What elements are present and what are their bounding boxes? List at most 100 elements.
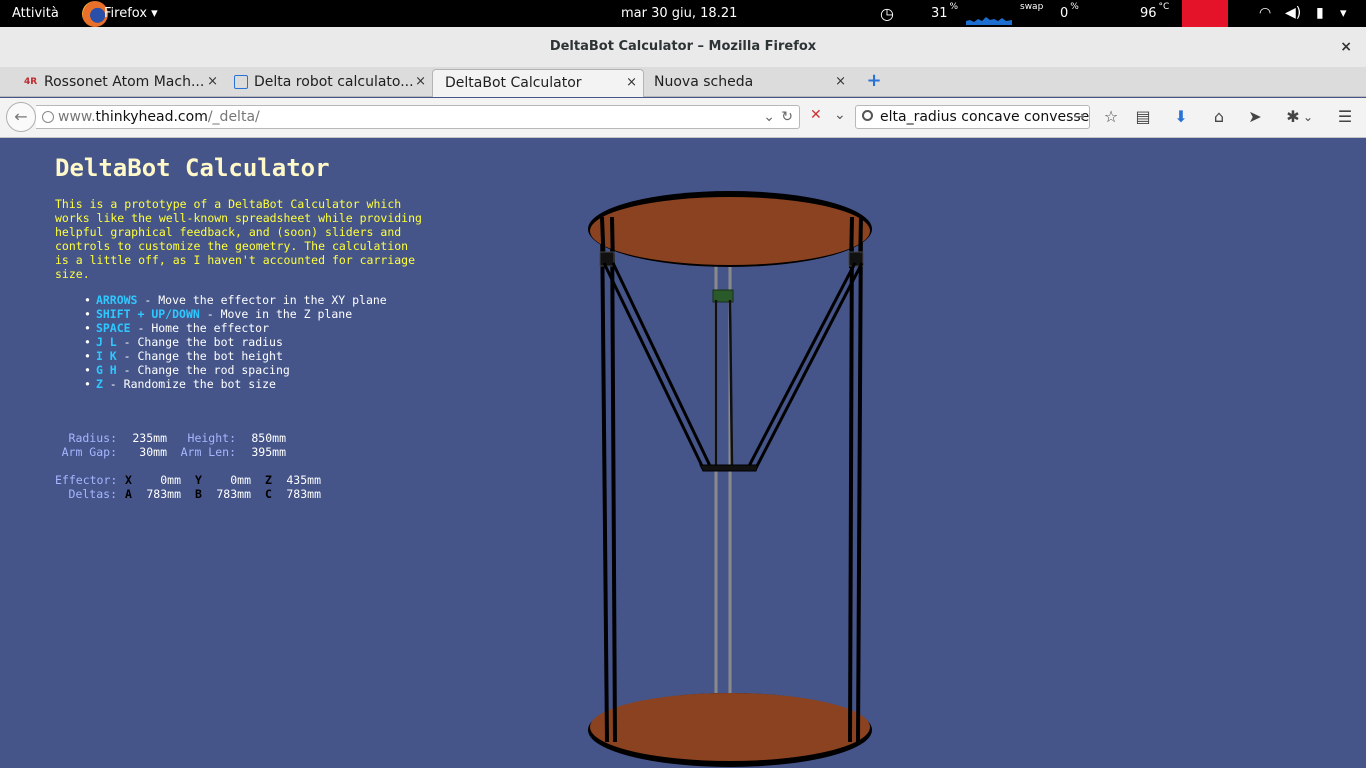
page-favicon-icon <box>234 75 248 89</box>
deltabot-3d-view[interactable] <box>580 138 880 768</box>
temp-unit: °C <box>1158 2 1170 12</box>
temp-value: 96 <box>1140 6 1157 21</box>
swap-unit: % <box>1070 2 1079 12</box>
system-top-bar: Attività Firefox ▾ mar 30 giu, 18.21 ◷ 3… <box>0 0 1366 27</box>
star-icon[interactable]: ☆ <box>1100 106 1122 128</box>
tab-deltabot-calculator[interactable]: DeltaBot Calculator × <box>432 69 644 97</box>
window-titlebar: DeltaBot Calculator – Mozilla Firefox × <box>0 27 1366 67</box>
clock[interactable]: mar 30 giu, 18.21 <box>621 0 737 27</box>
tab-close-icon[interactable]: × <box>207 69 218 95</box>
c-value: 783mm <box>286 487 321 501</box>
x-axis-label: X <box>125 473 132 487</box>
help-text: - Move the effector in the XY plane <box>137 293 387 307</box>
help-key: G H <box>95 363 117 377</box>
app-menu-button[interactable]: Firefox ▾ <box>104 0 158 27</box>
navigation-toolbar: ← www.thinkyhead.com/_delta/ ⌄ ↻ ✕ ⌄ elt… <box>0 98 1366 138</box>
addon-icon[interactable]: ✱ <box>1282 106 1304 128</box>
system-menu-chevron-icon[interactable]: ▾ <box>1340 0 1347 27</box>
arm-len-value: 395mm <box>251 445 286 459</box>
swap-value: 0 <box>1060 6 1069 21</box>
cpu-monitor[interactable]: 31% <box>931 0 958 27</box>
help-key: ARROWS <box>95 293 138 307</box>
y-axis-label: Y <box>195 473 202 487</box>
bottom-disc <box>590 693 870 761</box>
list-item: SPACE - Home the effector <box>84 321 387 335</box>
tab-close-icon[interactable]: × <box>835 69 846 95</box>
help-text: - Change the bot height <box>116 349 283 363</box>
left-tower-rod <box>610 216 617 743</box>
window-title: DeltaBot Calculator – Mozilla Firefox <box>549 39 817 54</box>
send-icon[interactable]: ➤ <box>1244 106 1266 128</box>
y-value: 0mm <box>230 473 251 487</box>
wifi-icon[interactable]: ◠ <box>1259 0 1271 27</box>
help-text: - Home the effector <box>130 321 270 335</box>
menu-icon[interactable]: ☰ <box>1334 106 1356 128</box>
tab-close-icon[interactable]: × <box>626 70 637 96</box>
tab-label: Rossonet Atom Mach... <box>44 74 205 90</box>
height-label: Height: <box>187 431 236 445</box>
tab-rossonet[interactable]: 4R Rossonet Atom Mach... × <box>20 69 224 97</box>
globe-icon <box>42 111 54 123</box>
list-item: SHIFT + UP/DOWN - Move in the Z plane <box>84 307 387 321</box>
radius-label: Radius: <box>68 431 117 445</box>
list-item: Z - Randomize the bot size <box>84 377 387 391</box>
window-close-button[interactable]: × <box>1340 27 1352 67</box>
url-domain: thinkyhead.com <box>95 109 208 125</box>
height-value: 850mm <box>251 431 286 445</box>
chevron-down-icon[interactable]: ⌄ <box>1302 106 1314 128</box>
app-menu-label: Firefox <box>104 6 148 21</box>
reload-icon[interactable]: ↻ <box>781 106 793 128</box>
help-key: J L <box>95 335 117 349</box>
tab-close-icon[interactable]: × <box>415 69 426 95</box>
download-icon[interactable]: ⬇ <box>1170 106 1192 128</box>
arm-len-label: Arm Len: <box>180 445 236 459</box>
tab-delta-robot-calculator[interactable]: Delta robot calculato... × <box>230 69 432 97</box>
new-tab-button[interactable]: + <box>864 71 884 91</box>
url-prefix: www. <box>58 109 96 125</box>
cpu-unit: % <box>949 2 959 12</box>
temp-monitor[interactable]: 96 °C <box>1140 0 1169 27</box>
search-bar[interactable]: elta_radius concave convesse → <box>855 105 1090 129</box>
back-arrow-icon: ← <box>14 107 28 126</box>
tab-label: Delta robot calculato... <box>254 74 414 90</box>
radius-value: 235mm <box>132 431 167 445</box>
x-value: 0mm <box>160 473 181 487</box>
intro-text: This is a prototype of a DeltaBot Calcul… <box>55 197 422 281</box>
chevron-down-icon[interactable]: ⌄ <box>834 107 846 123</box>
rossonet-favicon-icon: 4R <box>24 77 38 87</box>
chevron-down-icon: ▾ <box>151 6 158 21</box>
help-key: SHIFT + UP/DOWN <box>95 307 200 321</box>
battery-icon[interactable]: ▮ <box>1316 0 1324 27</box>
cpu-graph <box>966 5 1012 25</box>
reading-list-icon[interactable]: ▤ <box>1132 106 1154 128</box>
tab-new-tab[interactable]: Nuova scheda × <box>642 69 852 97</box>
search-go-icon[interactable]: → <box>1073 106 1085 128</box>
search-icon <box>862 110 873 121</box>
tab-label: Nuova scheda <box>654 74 754 90</box>
deltas-label: Deltas: <box>68 487 117 501</box>
activities-button[interactable]: Attività <box>12 0 59 27</box>
right-tower-rod <box>848 216 854 743</box>
swap-label: swap <box>1020 2 1044 12</box>
help-key: Z <box>95 377 103 391</box>
home-icon[interactable]: ⌂ <box>1208 106 1230 128</box>
back-button[interactable]: ← <box>6 102 36 132</box>
blocked-addon-icon[interactable]: ✕ <box>810 107 822 123</box>
url-history-chevron-icon[interactable]: ⌄ <box>763 106 775 128</box>
left-arm <box>602 262 705 469</box>
list-item: I K - Change the bot height <box>84 349 387 363</box>
swap-monitor[interactable]: 0% <box>1060 0 1079 27</box>
list-item: J L - Change the bot radius <box>84 335 387 349</box>
z-value: 435mm <box>286 473 321 487</box>
volume-icon[interactable]: ◀) <box>1285 0 1301 27</box>
right-arm <box>754 262 864 469</box>
timer-icon[interactable]: ◷ <box>880 0 894 27</box>
page-content: DeltaBot Calculator This is a prototype … <box>0 138 1366 768</box>
left-arm <box>611 262 713 469</box>
b-tower-label: B <box>195 487 202 501</box>
tab-label: DeltaBot Calculator <box>445 75 582 91</box>
effector-label: Effector: <box>55 473 118 487</box>
list-item: ARROWS - Move the effector in the XY pla… <box>84 293 387 307</box>
url-bar[interactable]: www.thinkyhead.com/_delta/ ⌄ ↻ <box>36 105 800 129</box>
b-value: 783mm <box>216 487 251 501</box>
